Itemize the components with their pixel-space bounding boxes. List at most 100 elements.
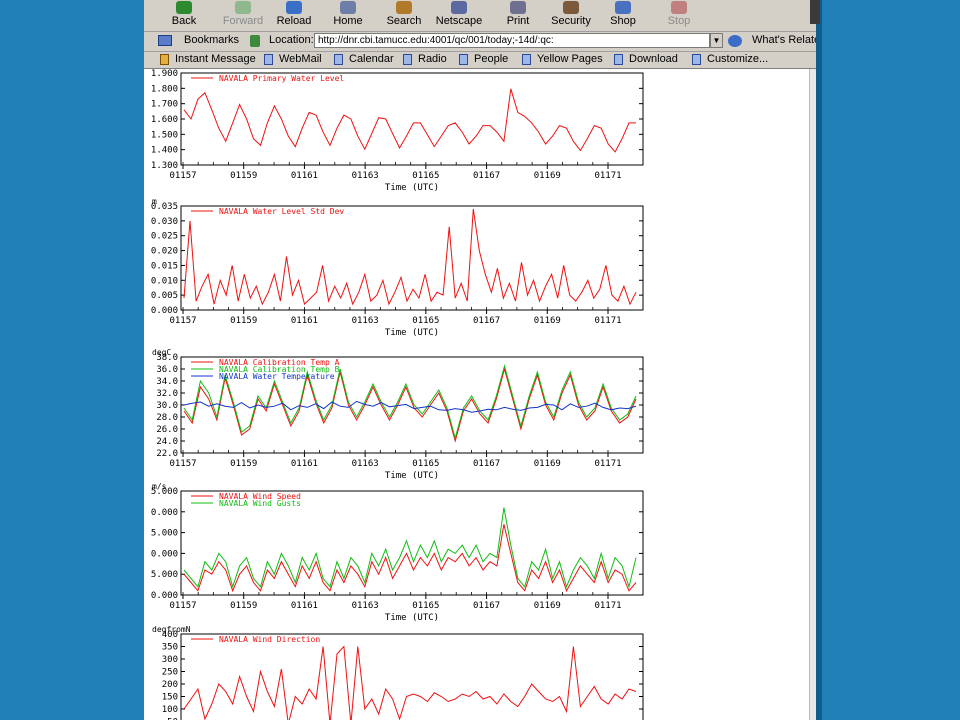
y-tick-label: 32.0: [156, 389, 178, 399]
x-tick-label: 01169: [534, 601, 561, 611]
y-tick-label: 250: [162, 668, 178, 678]
location-icon: [250, 35, 260, 47]
y-tick-label: 1.800: [151, 84, 178, 94]
netscape-icon: [451, 1, 467, 14]
personal-item-label: Customize...: [707, 53, 769, 65]
y-tick-label: 0.000: [151, 549, 178, 559]
y-tick-label: 150: [162, 693, 178, 703]
personal-item-label: Calendar: [349, 53, 394, 65]
url-text: http://dnr.cbi.tamucc.edu:4001/qc/001/to…: [318, 35, 554, 46]
url-dropdown-icon[interactable]: ▼: [710, 33, 723, 48]
y-tick-label: 0.035: [151, 202, 178, 212]
home-button[interactable]: Home: [328, 0, 368, 31]
chart-panel-4: m/s0.0005.0000.0005.0000.0005.00001157 01…: [151, 482, 644, 623]
whats-related-button[interactable]: What's Relate: [752, 34, 816, 46]
x-tick-label: 01171: [594, 459, 621, 469]
x-tick-label: 01157: [169, 171, 196, 181]
bookmark-icon: [459, 54, 468, 65]
x-tick-label: 01159: [230, 316, 257, 326]
search-button[interactable]: Search: [384, 0, 424, 31]
y-tick-label: 0.005: [151, 291, 178, 301]
y-tick-label: 100: [162, 705, 178, 715]
search-icon: [396, 1, 412, 14]
shop-button[interactable]: Shop: [607, 0, 639, 31]
back-button[interactable]: Back: [163, 0, 205, 31]
security-button[interactable]: Security: [547, 0, 595, 31]
bookmark-icon: [614, 54, 623, 65]
x-axis-label: Time (UTC): [385, 613, 439, 623]
x-tick-label: 01159: [230, 171, 257, 181]
x-tick-label: 01167: [473, 171, 500, 181]
navigation-toolbar: Back Forward Reload Home Search Netscape Print…: [144, 0, 816, 32]
forward-arrow-icon: [235, 1, 251, 14]
y-tick-label: 0.030: [151, 217, 178, 227]
bookmark-icon: [522, 54, 531, 65]
y-tick-label: 24.0: [156, 437, 178, 447]
x-tick-label: 01167: [473, 459, 500, 469]
home-icon: [340, 1, 356, 14]
x-tick-label: 01169: [534, 171, 561, 181]
personal-item-label: Radio: [418, 53, 447, 65]
legend-entry: NAVALA Wind Direction: [219, 635, 320, 644]
x-tick-label: 01171: [594, 316, 621, 326]
reload-icon: [286, 1, 302, 14]
forward-button[interactable]: Forward: [218, 0, 268, 31]
y-tick-label: 350: [162, 643, 178, 653]
stop-button[interactable]: Stop: [663, 0, 695, 31]
y-tick-label: 38.0: [156, 353, 178, 363]
print-label: Print: [506, 15, 530, 27]
chart-panel-5: degfromN050100150200250300350400NAVALA W…: [152, 625, 644, 720]
personal-item-label: People: [474, 53, 509, 65]
bookmark-icon: [264, 54, 273, 65]
back-arrow-icon: [176, 1, 192, 14]
y-tick-label: 36.0: [156, 365, 178, 375]
x-axis-label: Time (UTC): [385, 183, 439, 193]
location-toolbar: Bookmarks Location: http://dnr.cbi.tamuc…: [144, 32, 816, 52]
url-input[interactable]: http://dnr.cbi.tamucc.edu:4001/qc/001/to…: [314, 33, 710, 48]
stop-label: Stop: [667, 15, 691, 27]
y-tick-label: 0.025: [151, 232, 178, 242]
y-tick-label: 0.000: [151, 306, 178, 316]
x-tick-label: 01171: [594, 171, 621, 181]
scrollbar[interactable]: [809, 69, 816, 720]
x-tick-label: 01163: [352, 316, 379, 326]
personal-item-label: Download: [629, 53, 678, 65]
y-tick-label: 5.000: [151, 487, 178, 497]
y-tick-label: 0.020: [151, 247, 178, 257]
bookmarks-icon[interactable]: [158, 35, 172, 46]
y-tick-label: 300: [162, 655, 178, 665]
x-tick-label: 01167: [473, 316, 500, 326]
y-tick-label: 1.600: [151, 115, 178, 125]
y-tick-label: 0.000: [151, 508, 178, 518]
bookmark-icon: [403, 54, 412, 65]
personal-item-label: WebMail: [279, 53, 322, 65]
forward-label: Forward: [222, 15, 264, 27]
print-button[interactable]: Print: [500, 0, 536, 31]
netscape-button[interactable]: Netscape: [433, 0, 485, 31]
desktop-icon: [810, 0, 820, 24]
personal-toolbar: Instant Message WebMail Calendar Radio Peopl…: [144, 52, 816, 69]
page-content: 1.300 1.400 1.500 1.600 1.700 1.800 1.900 01157…: [144, 69, 816, 720]
x-tick-label: 01161: [291, 171, 318, 181]
x-tick-label: 01157: [169, 316, 196, 326]
bookmarks-menu[interactable]: Bookmarks: [184, 34, 239, 46]
shop-icon: [615, 1, 631, 14]
reload-button[interactable]: Reload: [274, 0, 314, 31]
y-tick-label: 1.900: [151, 69, 178, 79]
y-tick-label: 1.400: [151, 146, 178, 156]
shop-label: Shop: [610, 15, 636, 27]
stop-icon: [671, 1, 687, 14]
browser-window: Back Forward Reload Home Search Netscape Print…: [144, 0, 816, 720]
y-tick-label: 22.0: [156, 449, 178, 459]
y-tick-label: 5.000: [151, 570, 178, 580]
reload-label: Reload: [276, 15, 312, 27]
lock-icon: [563, 1, 579, 14]
x-tick-label: 01165: [412, 171, 439, 181]
y-tick-label: 34.0: [156, 377, 178, 387]
chart-panel-1: 1.300 1.400 1.500 1.600 1.700 1.800 1.900 01157…: [151, 69, 644, 193]
x-axis-label: Time (UTC): [385, 328, 439, 338]
bookmark-icon: [692, 54, 701, 65]
whats-related-icon[interactable]: [728, 35, 742, 47]
print-icon: [510, 1, 526, 14]
y-tick-label: 1.500: [151, 130, 178, 140]
